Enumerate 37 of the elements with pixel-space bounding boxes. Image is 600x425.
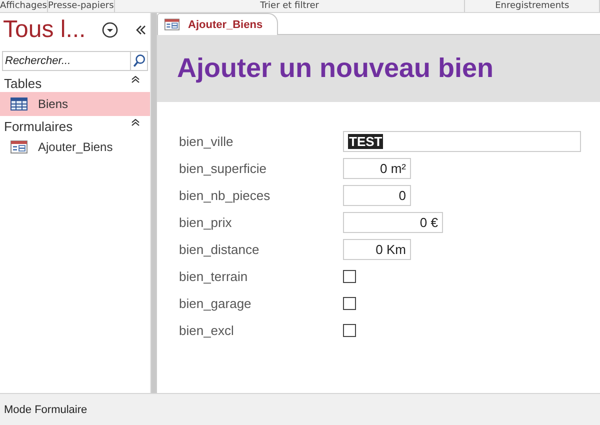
form-title: Ajouter un nouveau bien bbox=[177, 53, 494, 84]
checkbox[interactable] bbox=[343, 270, 356, 282]
input-field[interactable]: 0 € bbox=[343, 212, 443, 232]
ribbon-group-label: Trier et filtrer bbox=[114, 0, 466, 12]
checkbox[interactable] bbox=[343, 296, 356, 310]
ribbon-group-label: Presse-papiers bbox=[48, 0, 115, 12]
search-icon[interactable] bbox=[130, 51, 148, 71]
navigation-item[interactable]: Biens bbox=[0, 92, 150, 116]
document-tab[interactable]: Ajouter_Biens bbox=[157, 13, 278, 35]
field-label: bien_superficie bbox=[179, 160, 268, 176]
double-chevron-left-icon[interactable] bbox=[136, 25, 146, 35]
status-text: Mode Formulaire bbox=[4, 404, 88, 416]
search-field[interactable]: Rechercher... bbox=[2, 51, 130, 71]
checkbox[interactable] bbox=[343, 324, 356, 336]
field-label: bien_terrain bbox=[179, 268, 249, 284]
input-field[interactable]: 0 bbox=[343, 184, 411, 206]
ribbon-group-label: Enregistrements bbox=[465, 0, 600, 12]
form-icon bbox=[10, 140, 28, 154]
section-header[interactable]: Formulaires bbox=[4, 119, 73, 134]
field-label: bien_distance bbox=[179, 242, 260, 256]
section-header[interactable]: Tables bbox=[4, 76, 42, 91]
ribbon-group-label: Affichages bbox=[0, 0, 48, 12]
field-label: bien_prix bbox=[179, 214, 233, 230]
field-label: bien_garage bbox=[179, 296, 252, 310]
dropdown-icon[interactable] bbox=[102, 22, 118, 38]
input-field[interactable]: 0 Km bbox=[343, 238, 411, 260]
double-chevron-up-icon[interactable] bbox=[131, 119, 140, 126]
navigation-item[interactable]: Ajouter_Biens bbox=[0, 135, 150, 159]
field-label: bien_ville bbox=[179, 134, 234, 148]
form-icon bbox=[164, 18, 180, 31]
table-icon bbox=[10, 97, 28, 111]
double-chevron-up-icon[interactable] bbox=[131, 76, 140, 83]
field-label: bien_excl bbox=[179, 322, 235, 338]
navigation-pane-title[interactable]: Tous l... bbox=[3, 16, 86, 44]
input-field[interactable]: TEST bbox=[343, 130, 581, 152]
input-field[interactable]: 0 m² bbox=[343, 158, 411, 178]
field-label: bien_nb_pieces bbox=[179, 188, 272, 202]
